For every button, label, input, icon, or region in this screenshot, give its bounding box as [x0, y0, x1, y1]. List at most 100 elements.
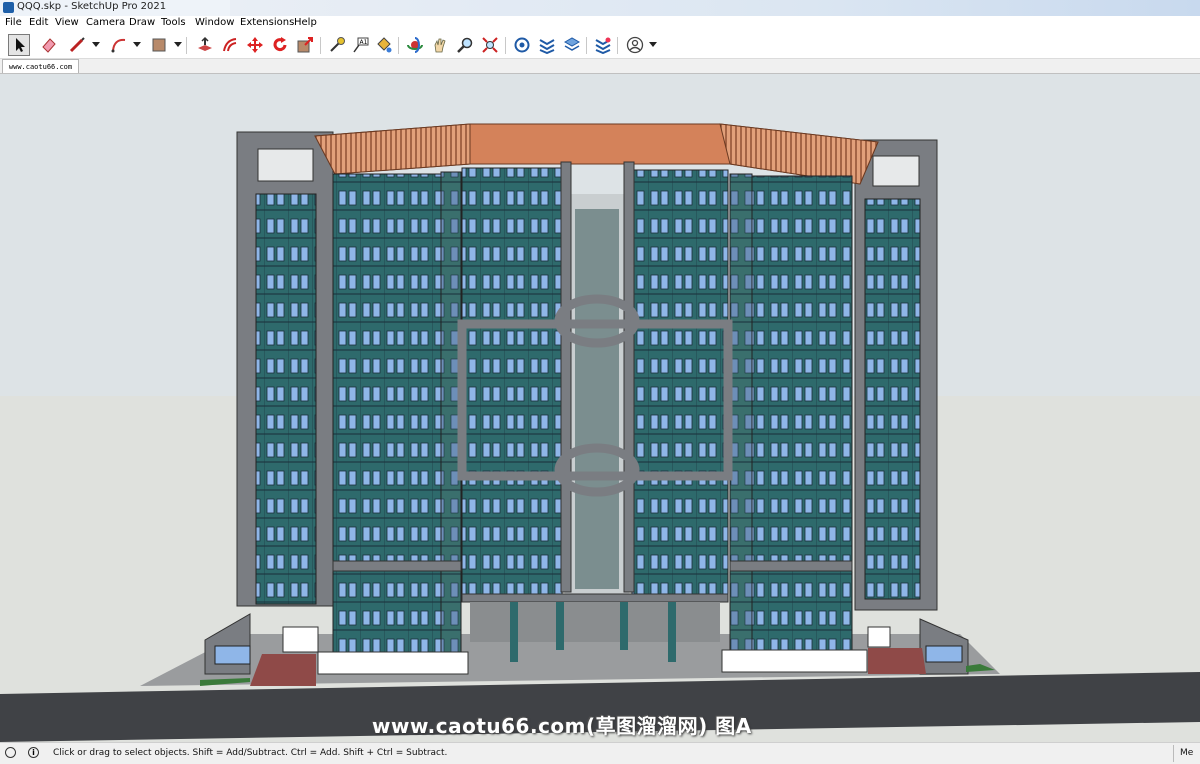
right-tower-facade — [864, 198, 921, 600]
toolbar-separator — [398, 37, 399, 54]
extension-warehouse-icon — [539, 39, 555, 54]
orbit-tool-button[interactable] — [404, 34, 426, 56]
left-podium-wall — [317, 651, 469, 675]
text-tool-button[interactable]: A1 — [350, 34, 372, 56]
piloti-column — [510, 602, 518, 662]
offset-icon — [223, 38, 237, 52]
toolbar-separator — [617, 37, 618, 54]
rotate-icon — [273, 37, 287, 52]
tape-measure-tool-button[interactable] — [326, 34, 348, 56]
watermark-text: www.caotu66.com(草图溜溜网) 图A — [372, 714, 752, 738]
push-pull-icon — [198, 36, 212, 51]
account-dropdown-icon[interactable] — [649, 42, 657, 47]
void-column — [623, 161, 635, 593]
tape-measure-icon — [330, 37, 345, 52]
main-toolbar: A1 — [0, 31, 1200, 59]
pavilion-window — [925, 645, 963, 663]
zoom-extents-tool-button[interactable] — [479, 34, 501, 56]
sketchup-app-icon — [3, 2, 14, 13]
floor-band — [729, 560, 853, 572]
line-dropdown-icon[interactable] — [92, 42, 100, 47]
info-icon[interactable]: i — [28, 747, 39, 758]
toolbar-separator — [505, 37, 506, 54]
menu-window[interactable]: Window — [195, 17, 234, 28]
scale-tool-button[interactable] — [294, 34, 316, 56]
right-podium-block — [867, 626, 891, 648]
account-icon — [626, 36, 644, 54]
line-tool-button[interactable] — [66, 34, 88, 56]
orbit-icon — [407, 37, 423, 53]
rectangle-tool-button[interactable] — [148, 34, 170, 56]
building-model-render — [0, 74, 1200, 742]
eraser-tool-button[interactable] — [38, 34, 60, 56]
floor-band — [461, 593, 729, 603]
center-left-tower — [461, 167, 563, 599]
menu-view[interactable]: View — [55, 17, 79, 28]
piloti-column — [620, 602, 628, 650]
frame-opening — [872, 155, 920, 187]
move-tool-button[interactable] — [244, 34, 266, 56]
scene-tab[interactable]: www.caotu66.com — [2, 59, 79, 74]
offset-tool-button[interactable] — [219, 34, 241, 56]
rotate-tool-button[interactable] — [269, 34, 291, 56]
text-icon: A1 — [353, 37, 369, 53]
right-middle-tower — [751, 175, 853, 655]
toolbar-separator — [586, 37, 587, 54]
svg-text:A1: A1 — [360, 39, 368, 46]
zoom-icon — [457, 37, 473, 53]
right-podium-wall — [721, 649, 868, 673]
menu-tools[interactable]: Tools — [161, 17, 186, 28]
scale-icon — [297, 37, 313, 53]
toolbar-separator — [320, 37, 321, 54]
paint-bucket-tool-button[interactable] — [373, 34, 395, 56]
window-title: QQQ.skp - SketchUp Pro 2021 — [17, 1, 167, 12]
3d-warehouse-button[interactable] — [511, 34, 533, 56]
right-middle-tower-side — [729, 173, 753, 659]
zoom-tool-button[interactable] — [454, 34, 476, 56]
push-pull-tool-button[interactable] — [194, 34, 216, 56]
extension-manager-icon — [595, 37, 611, 54]
void-column — [560, 161, 572, 593]
rectangle-dropdown-icon[interactable] — [174, 42, 182, 47]
menu-bar: File Edit View Camera Draw Tools Window … — [0, 16, 1200, 31]
red-paving — [868, 648, 926, 674]
status-separator — [1173, 745, 1174, 762]
frame-opening — [257, 148, 314, 182]
select-tool-button[interactable] — [8, 34, 30, 56]
line-icon — [69, 37, 85, 53]
rectangle-icon — [152, 38, 166, 52]
3d-warehouse-icon — [514, 37, 530, 53]
status-hint: Click or drag to select objects. Shift =… — [53, 748, 448, 758]
menu-extensions[interactable]: Extensions — [240, 17, 294, 28]
left-middle-tower — [332, 173, 442, 655]
menu-file[interactable]: File — [5, 17, 22, 28]
extension-warehouse-button[interactable] — [536, 34, 558, 56]
paint-bucket-icon — [377, 37, 392, 53]
layout-icon — [563, 37, 581, 51]
piloti-column — [668, 602, 676, 662]
pan-tool-button[interactable] — [429, 34, 451, 56]
layout-button[interactable] — [561, 34, 583, 56]
title-bar: QQQ.skp - SketchUp Pro 2021 — [0, 0, 1200, 17]
menu-draw[interactable]: Draw — [129, 17, 155, 28]
account-button[interactable] — [624, 34, 646, 56]
pan-icon — [434, 38, 446, 53]
background-taskbar-strip — [230, 0, 1200, 16]
move-icon — [247, 37, 263, 53]
center-right-tower — [631, 169, 729, 599]
geo-location-icon[interactable] — [5, 747, 16, 758]
arc-tool-button[interactable] — [108, 34, 130, 56]
piloti-column — [556, 602, 564, 650]
arc-dropdown-icon[interactable] — [133, 42, 141, 47]
extension-manager-button[interactable] — [592, 34, 614, 56]
menu-help[interactable]: Help — [294, 17, 317, 28]
menu-camera[interactable]: Camera — [86, 17, 125, 28]
status-bar: i Click or drag to select objects. Shift… — [0, 742, 1200, 764]
model-viewport[interactable] — [0, 73, 1200, 742]
toolbar-separator — [186, 37, 187, 54]
select-icon — [16, 38, 25, 52]
pavilion-window — [214, 645, 251, 665]
menu-edit[interactable]: Edit — [29, 17, 48, 28]
measurements-label: Me — [1180, 748, 1194, 758]
arc-icon — [111, 38, 126, 53]
